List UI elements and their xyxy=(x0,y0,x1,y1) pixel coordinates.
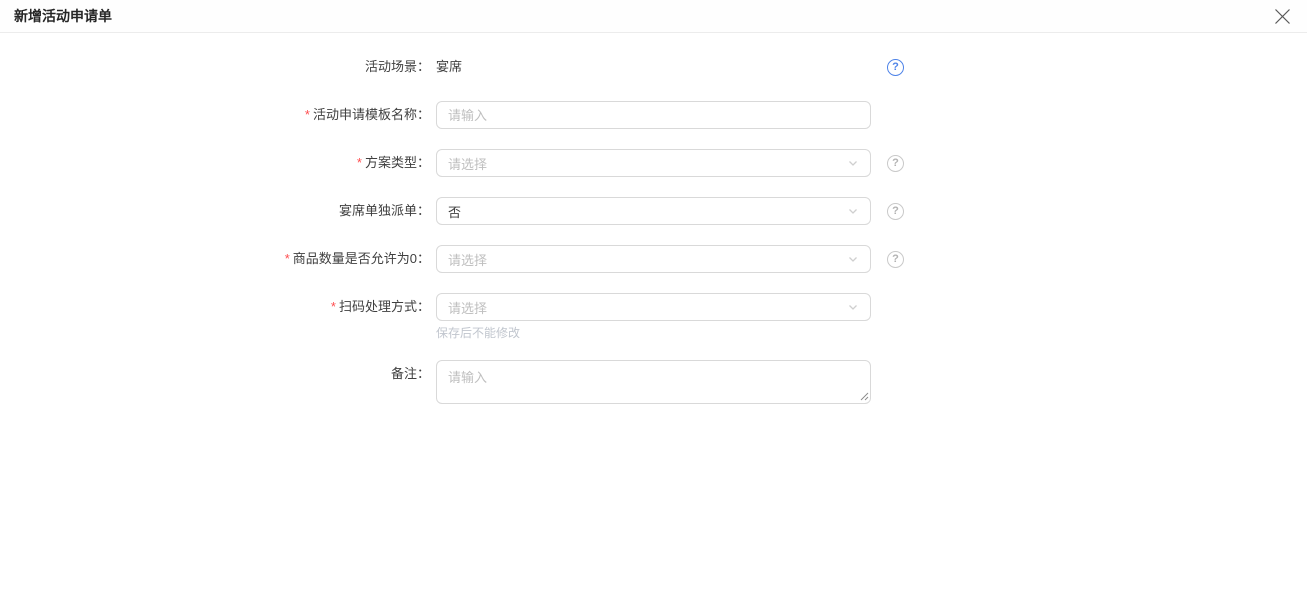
field-label-activity-scene: 活动场景： xyxy=(364,59,430,74)
scan-handling-note: 保存后不能修改 xyxy=(436,326,521,340)
required-mark: * xyxy=(356,155,362,170)
field-label-allow-zero-quantity: * 商品数量是否允许为0： xyxy=(284,251,430,266)
form-row-template-name: * 活动申请模板名称： xyxy=(0,101,1307,129)
form-row-activity-scene: 活动场景： 宴席 ? xyxy=(0,53,1307,81)
field-label-scan-handling: * 扫码处理方式： xyxy=(330,299,430,314)
required-mark: * xyxy=(330,299,336,314)
dialog-title: 新增活动申请单 xyxy=(14,8,112,24)
required-mark: * xyxy=(304,107,310,122)
field-label-template-name: * 活动申请模板名称： xyxy=(304,107,430,122)
dialog-header: 新增活动申请单 xyxy=(0,0,1307,33)
field-label-banquet-separate-dispatch: 宴席单独派单： xyxy=(338,203,430,218)
close-icon xyxy=(1275,8,1290,24)
close-button[interactable] xyxy=(1272,6,1293,27)
field-label-remarks: 备注： xyxy=(390,366,430,381)
help-icon[interactable]: ? xyxy=(887,202,904,220)
form-row-banquet-separate-dispatch: 宴席单独派单： 否 ? xyxy=(0,197,1307,225)
resize-handle-icon[interactable] xyxy=(860,392,869,401)
field-label-plan-type: * 方案类型： xyxy=(356,155,430,170)
chevron-down-icon xyxy=(847,253,859,265)
chevron-down-icon xyxy=(847,157,859,169)
form-row-plan-type: * 方案类型： 请选择 ? xyxy=(0,149,1307,177)
form-row-remarks: 备注： xyxy=(0,360,1307,404)
required-mark: * xyxy=(284,251,290,266)
help-icon[interactable]: ? xyxy=(887,250,904,268)
activity-scene-value: 宴席 xyxy=(436,59,463,74)
remarks-textarea[interactable] xyxy=(436,360,871,404)
allow-zero-quantity-select[interactable]: 请选择 xyxy=(436,245,871,273)
template-name-input[interactable] xyxy=(436,101,871,129)
scan-handling-select[interactable]: 请选择 xyxy=(436,293,871,321)
chevron-down-icon xyxy=(847,205,859,217)
help-icon[interactable]: ? xyxy=(887,154,904,172)
banquet-separate-dispatch-select[interactable]: 否 xyxy=(436,197,871,225)
plan-type-select[interactable]: 请选择 xyxy=(436,149,871,177)
chevron-down-icon xyxy=(847,301,859,313)
help-icon[interactable]: ? xyxy=(887,58,904,76)
form-row-allow-zero-quantity: * 商品数量是否允许为0： 请选择 ? xyxy=(0,245,1307,273)
activity-application-form: 活动场景： 宴席 ? *活动申请模板名称： *方案类型： 请选择 ? xyxy=(0,33,1307,404)
form-row-scan-handling: * 扫码处理方式： 请选择 保存后不能修改 xyxy=(0,293,1307,340)
